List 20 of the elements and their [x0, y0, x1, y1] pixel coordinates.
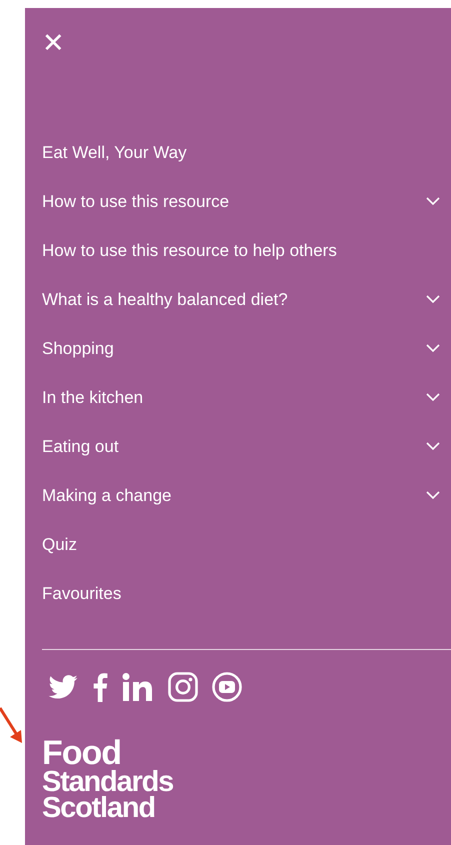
menu-item[interactable]: Eating out: [42, 422, 451, 471]
close-button[interactable]: ✕: [42, 30, 65, 57]
twitter-icon[interactable]: [48, 675, 78, 699]
instagram-icon[interactable]: [168, 672, 198, 702]
menu-item[interactable]: How to use this resource: [42, 177, 451, 226]
logo-text: Scotland: [42, 795, 156, 821]
menu-item[interactable]: Shopping: [42, 324, 451, 373]
menu-item[interactable]: How to use this resource to help others: [42, 226, 451, 275]
logo-text: Standards: [42, 769, 174, 795]
linkedin-icon[interactable]: [122, 673, 154, 701]
youtube-icon[interactable]: [212, 672, 242, 702]
menu-item[interactable]: What is a healthy balanced diet?: [42, 275, 451, 324]
logo-text: Food: [42, 737, 122, 769]
menu-item[interactable]: In the kitchen: [42, 373, 451, 422]
menu-item[interactable]: Making a change: [42, 471, 451, 520]
menu-item[interactable]: Favourites: [42, 569, 451, 618]
facebook-icon[interactable]: [92, 672, 108, 702]
logo[interactable]: Food Standards Scotland: [42, 737, 174, 821]
menu-item[interactable]: Quiz: [42, 520, 451, 569]
menu-item[interactable]: Eat Well, Your Way: [42, 128, 451, 177]
